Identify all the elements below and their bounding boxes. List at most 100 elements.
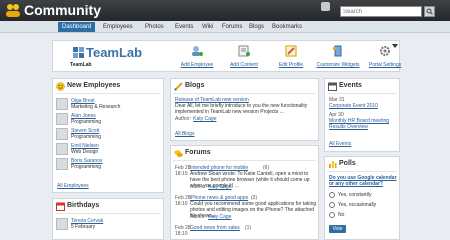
employee-item: Boris Saranov Programming (56, 158, 162, 171)
author-link[interactable]: Katy Cage (193, 116, 216, 122)
birthdays-panel: Birthdays Tereza Cervak 5 February (52, 198, 164, 240)
pencil-icon (174, 82, 183, 91)
forums-panel: Forums Feb 28 18:10 Intended phone for m… (170, 145, 319, 240)
poll-option-radio[interactable] (329, 202, 335, 208)
add-employee-action[interactable]: Add Employee (171, 43, 223, 69)
avatar[interactable] (56, 113, 68, 125)
avatar[interactable] (56, 98, 68, 110)
divider (173, 93, 316, 94)
gear-icon (380, 46, 390, 56)
employee-role: Programming (71, 164, 102, 170)
edit-profile-action[interactable]: Edit Profile (265, 43, 317, 69)
customize-widgets-action[interactable]: Customize Widgets (312, 43, 364, 69)
dashboard-header: TeamLab TeamLab Add Employee Add Content… (52, 40, 401, 72)
nav-bookmarks[interactable]: Bookmarks (268, 22, 306, 32)
nav-events[interactable]: Events (171, 22, 197, 32)
employee-role: Marketing & Research (71, 104, 121, 110)
divider (327, 171, 397, 172)
new-employees-panel: New Employees Olga Brest Marketing & Res… (52, 78, 164, 193)
poll-question: Do you use Google calendar or any other … (329, 175, 397, 187)
employee-item: Olga Brest Marketing & Research (56, 98, 162, 111)
forums-title: Forums (185, 149, 211, 156)
nav-dashboard[interactable]: Dashboard (58, 22, 96, 32)
chevron-down-icon[interactable] (392, 44, 398, 48)
new-employees-title: New Employees (67, 82, 121, 89)
add-employee-label: Add Employee (180, 62, 214, 68)
bar-chart-icon (329, 161, 337, 168)
app-title: Community (24, 2, 101, 18)
polls-title: Polls (339, 160, 356, 167)
add-content-icon (238, 45, 250, 57)
avatar[interactable] (56, 158, 68, 170)
employee-role: Programming (71, 119, 102, 125)
post-meta: Author: Katy Cage (190, 184, 231, 190)
brand-sub: TeamLab (70, 62, 92, 68)
author-label: Author: (190, 214, 207, 220)
add-content-label: Add Content (230, 62, 258, 68)
divider (55, 93, 161, 94)
events-panel: Events Mar 31 Corporate Event 2010 Apr 3… (324, 78, 400, 152)
portal-settings-action[interactable]: Portal Settings (359, 43, 411, 69)
poll-option-label: Yes, constantly (338, 192, 372, 198)
teamlab-logo-icon (73, 47, 84, 58)
poll-option-radio[interactable] (329, 192, 335, 198)
nav-wiki[interactable]: Wiki (198, 22, 217, 32)
smiley-icon (56, 82, 65, 91)
author-link[interactable]: Katy Cage (208, 214, 231, 220)
all-employees-link[interactable]: All Employees (57, 183, 89, 189)
post-count: (1) (245, 225, 252, 231)
divider (173, 160, 316, 161)
author-label: Author: (175, 116, 192, 122)
event-title[interactable]: Monthly HR Board meeting Results Overvie… (329, 118, 397, 130)
add-user-icon (192, 46, 203, 56)
author-link[interactable]: Katy Cage (208, 184, 231, 190)
search-input[interactable] (340, 6, 422, 17)
blogs-title: Blogs (185, 82, 205, 89)
edit-profile-label: Edit Profile (278, 62, 304, 68)
top-bar: Community (0, 0, 450, 21)
avatar[interactable] (56, 128, 68, 140)
employee-role: Web Design (71, 149, 99, 155)
divider (327, 93, 397, 94)
all-blogs-link[interactable]: All Blogs (175, 131, 194, 137)
divider (55, 213, 161, 214)
post-title[interactable]: Good news from sales (190, 225, 240, 231)
nav-forums[interactable]: Forums (218, 22, 246, 32)
polls-panel: Polls Do you use Google calendar or any … (324, 156, 400, 240)
main-nav: Dashboard Employees Photos Events Wiki F… (0, 21, 450, 33)
nav-blogs[interactable]: Blogs (245, 22, 268, 32)
employee-item: Emil Nielsen Web Design (56, 143, 162, 156)
blog-post-meta: Author: Katy Cage (175, 116, 216, 122)
post-time: 18:10 (175, 171, 188, 177)
nav-employees[interactable]: Employees (99, 22, 137, 32)
post-time: 18:10 (175, 231, 188, 237)
poll-option-label: No (338, 212, 345, 218)
customize-widgets-icon (333, 45, 342, 57)
birthday-date: 5 February (71, 224, 96, 230)
chat-bubbles-icon (174, 150, 183, 157)
vote-button[interactable]: Vote (329, 225, 346, 233)
blog-post-text: Dear All, let me briefly introduce to yo… (175, 103, 308, 115)
nav-photos[interactable]: Photos (141, 22, 168, 32)
avatar[interactable] (56, 143, 68, 155)
add-content-action[interactable]: Add Content (218, 43, 270, 69)
brand-name: TeamLab (86, 45, 143, 60)
all-events-link[interactable]: All Events (329, 141, 351, 147)
search-button[interactable] (424, 6, 435, 17)
poll-option-radio[interactable] (329, 212, 335, 218)
employee-item: Alan Jones Programming (56, 113, 162, 126)
employee-item: Steven Scott Programming (56, 128, 162, 141)
events-title: Events (339, 82, 362, 89)
avatar[interactable] (56, 218, 68, 230)
calendar-icon (56, 202, 65, 211)
portal-settings-label: Portal Settings (368, 62, 402, 68)
post-time: 18:10 (175, 201, 188, 207)
blogs-panel: Blogs Release of TeamLab new version Dea… (170, 78, 319, 141)
community-logo-icon (6, 4, 20, 17)
employee-role: Programming (71, 134, 102, 140)
search-icon (426, 8, 433, 15)
event-title[interactable]: Corporate Event 2010 (329, 103, 378, 109)
birthdays-title: Birthdays (67, 202, 100, 209)
user-avatar[interactable] (321, 2, 330, 11)
birthday-item: Tereza Cervak 5 February (56, 218, 162, 231)
